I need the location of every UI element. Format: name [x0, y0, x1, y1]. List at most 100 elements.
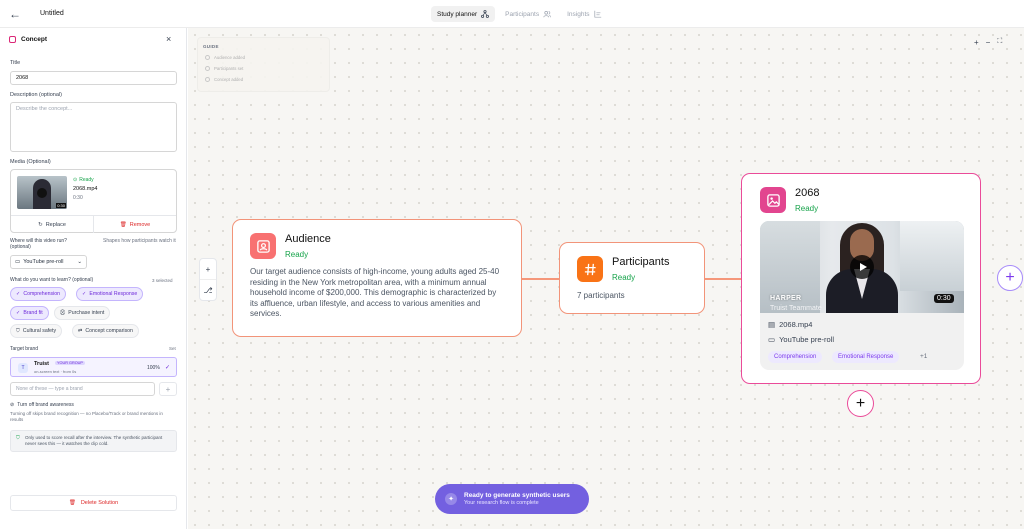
participants-node[interactable]: Participants Ready 7 participants	[559, 242, 705, 314]
concept-chip-more: +1	[920, 353, 928, 360]
workflow-icon	[481, 10, 490, 18]
title-label: Title	[10, 60, 21, 66]
chip-concept-comparison[interactable]: ⇄ Concept comparison	[72, 324, 139, 338]
placement-value: YouTube pre-roll	[23, 259, 64, 265]
shield-icon: ⛉	[16, 327, 20, 334]
description-textarea[interactable]: Describe the concept...	[10, 102, 177, 152]
cart-icon: ⛒	[60, 309, 66, 316]
audience-node[interactable]: Audience Ready Our target audience consi…	[232, 219, 522, 337]
audience-description: Our target audience consists of high-inc…	[250, 267, 500, 318]
target-brand-action[interactable]: Set	[169, 346, 176, 351]
monitor-icon: ▭	[15, 259, 21, 265]
participants-title: Participants	[612, 256, 670, 268]
fit-view-icon[interactable]: ⛶	[997, 38, 1002, 47]
tab-insights[interactable]: Insights	[561, 6, 607, 22]
brand-card-truist[interactable]: T Truist YOUR GROUP on-screen text · fro…	[10, 357, 177, 377]
awareness-hint: Turning off skips brand recognition — no…	[10, 411, 163, 422]
compare-icon: ⇄	[78, 328, 83, 334]
trash-icon: 🗑	[119, 221, 127, 228]
layout-icon[interactable]: ⎇	[200, 280, 216, 301]
play-button-icon[interactable]	[850, 255, 874, 279]
participants-status: Ready	[612, 273, 636, 282]
replace-button[interactable]: ↻ Replace	[11, 216, 94, 233]
add-right-button[interactable]: +	[997, 265, 1023, 291]
study-canvas[interactable]: GUIDE Audience added Participants set Co…	[188, 28, 1024, 529]
tab-participants[interactable]: Participants	[499, 6, 557, 22]
tab-label: Insights	[567, 10, 590, 18]
brand-avatar: T	[18, 363, 28, 373]
remove-button[interactable]: 🗑 Remove	[94, 216, 176, 233]
check-icon: ✓	[165, 365, 171, 371]
video-thumbnail[interactable]: 0:30	[17, 176, 67, 209]
notice-text: Only used to score recall after the inte…	[25, 435, 163, 446]
circle-icon	[205, 77, 210, 82]
chip-label: Purchase intent	[68, 310, 105, 316]
concept-icon	[9, 36, 16, 43]
awareness-label: Turn off brand awareness	[17, 402, 74, 408]
where-hint: Shapes how participants watch it	[103, 238, 176, 244]
add-below-button[interactable]: +	[847, 390, 874, 417]
top-bar: ← Untitled Study planner Participants In…	[0, 0, 1024, 28]
video-duration: 0:30	[934, 294, 954, 303]
delete-solution-button[interactable]: 🗑 Delete Solution	[10, 495, 177, 511]
zoom-out-icon[interactable]: −	[986, 38, 991, 47]
eye-off-icon: ⊘	[10, 402, 15, 408]
user-square-icon	[250, 233, 276, 259]
brand-sub: on-screen text · from 0s	[34, 369, 77, 374]
concept-chip: Emotional Response	[832, 351, 900, 363]
concept-media-card: HARPER Truist Teammate 0:30 ▤ 2068.mp4 ▭…	[760, 221, 964, 370]
where-label: Where will this video run? (optional)	[10, 238, 67, 250]
video-caption-sub: Truist Teammate	[770, 305, 822, 312]
edge-participants-concept	[705, 278, 741, 280]
tab-study-planner[interactable]: Study planner	[431, 6, 496, 22]
chip-label: Cultural safety	[22, 328, 57, 334]
tab-label: Participants	[505, 10, 540, 18]
video-window	[900, 221, 964, 291]
zoom-in-icon[interactable]: +	[974, 38, 979, 47]
cta-title: Ready to generate synthetic users	[464, 492, 570, 499]
chart-icon	[593, 10, 601, 18]
cta-text: Ready to generate synthetic users Your r…	[464, 492, 570, 506]
add-brand-button[interactable]: +	[159, 382, 177, 396]
placement-select[interactable]: ▭ YouTube pre-roll ⌄	[10, 255, 87, 269]
concept-chip: Comprehension	[768, 351, 823, 363]
zoom-controls: + − ⛶	[974, 38, 1002, 47]
learn-count: 3 selected	[152, 278, 173, 283]
brand-input[interactable]: None of these — type a brand	[10, 382, 155, 396]
thumbnail-duration: 0:30	[56, 203, 66, 208]
chip-emotional-response[interactable]: ✓ Emotional Response	[76, 287, 144, 301]
concept-placement-row: ▭ YouTube pre-roll	[768, 335, 834, 344]
document-title[interactable]: Untitled	[40, 10, 64, 17]
concept-node[interactable]: 2068 Ready HARPER Truist Teammate 0:30 ▤…	[741, 173, 981, 384]
chip-comprehension[interactable]: ✓ Comprehension	[10, 287, 66, 301]
view-tabs: Study planner Participants Insights	[431, 6, 608, 22]
awareness-toggle[interactable]: ⊘ Turn off brand awareness	[10, 402, 74, 408]
canvas-toolbox: + ⎇	[199, 258, 217, 301]
panel-title: Concept	[21, 36, 47, 43]
media-filename: 2068.mp4	[73, 186, 98, 192]
guide-item: Concept added	[205, 77, 243, 82]
concept-filename: 2068.mp4	[779, 320, 813, 329]
chip-label: Comprehension	[23, 291, 60, 297]
concept-video[interactable]: HARPER Truist Teammate 0:30	[760, 221, 964, 313]
delete-label: Delete Solution	[80, 500, 119, 506]
chip-brand-fit[interactable]: ✓ Brand fit	[10, 306, 49, 320]
audience-status: Ready	[285, 250, 309, 259]
add-node-icon[interactable]: +	[200, 259, 216, 280]
media-actions: ↻ Replace 🗑 Remove	[11, 215, 176, 233]
chevron-down-icon: ⌄	[77, 259, 82, 265]
title-input[interactable]: 2068	[10, 71, 177, 85]
guide-item-label: Participants set	[214, 66, 244, 71]
back-arrow-icon[interactable]: ←	[9, 7, 21, 21]
generate-users-button[interactable]: ✦ Ready to generate synthetic users Your…	[435, 484, 589, 514]
chip-cultural-safety[interactable]: ⛉ Cultural safety	[10, 324, 63, 338]
media-card: 0:30 ⊙ Ready 2068.mp4 0:30 ↻ Replace 🗑 R…	[10, 169, 177, 233]
cta-subtitle: Your research flow is complete	[464, 500, 539, 506]
check-icon: ✓	[82, 291, 87, 297]
concept-file-row: ▤ 2068.mp4	[768, 320, 812, 329]
chip-purchase-intent[interactable]: ⛒ Purchase intent	[54, 306, 111, 320]
image-icon	[760, 187, 786, 213]
guide-item-label: Audience added	[214, 55, 246, 60]
audience-title: Audience	[285, 233, 331, 245]
close-icon[interactable]: ×	[166, 34, 171, 44]
